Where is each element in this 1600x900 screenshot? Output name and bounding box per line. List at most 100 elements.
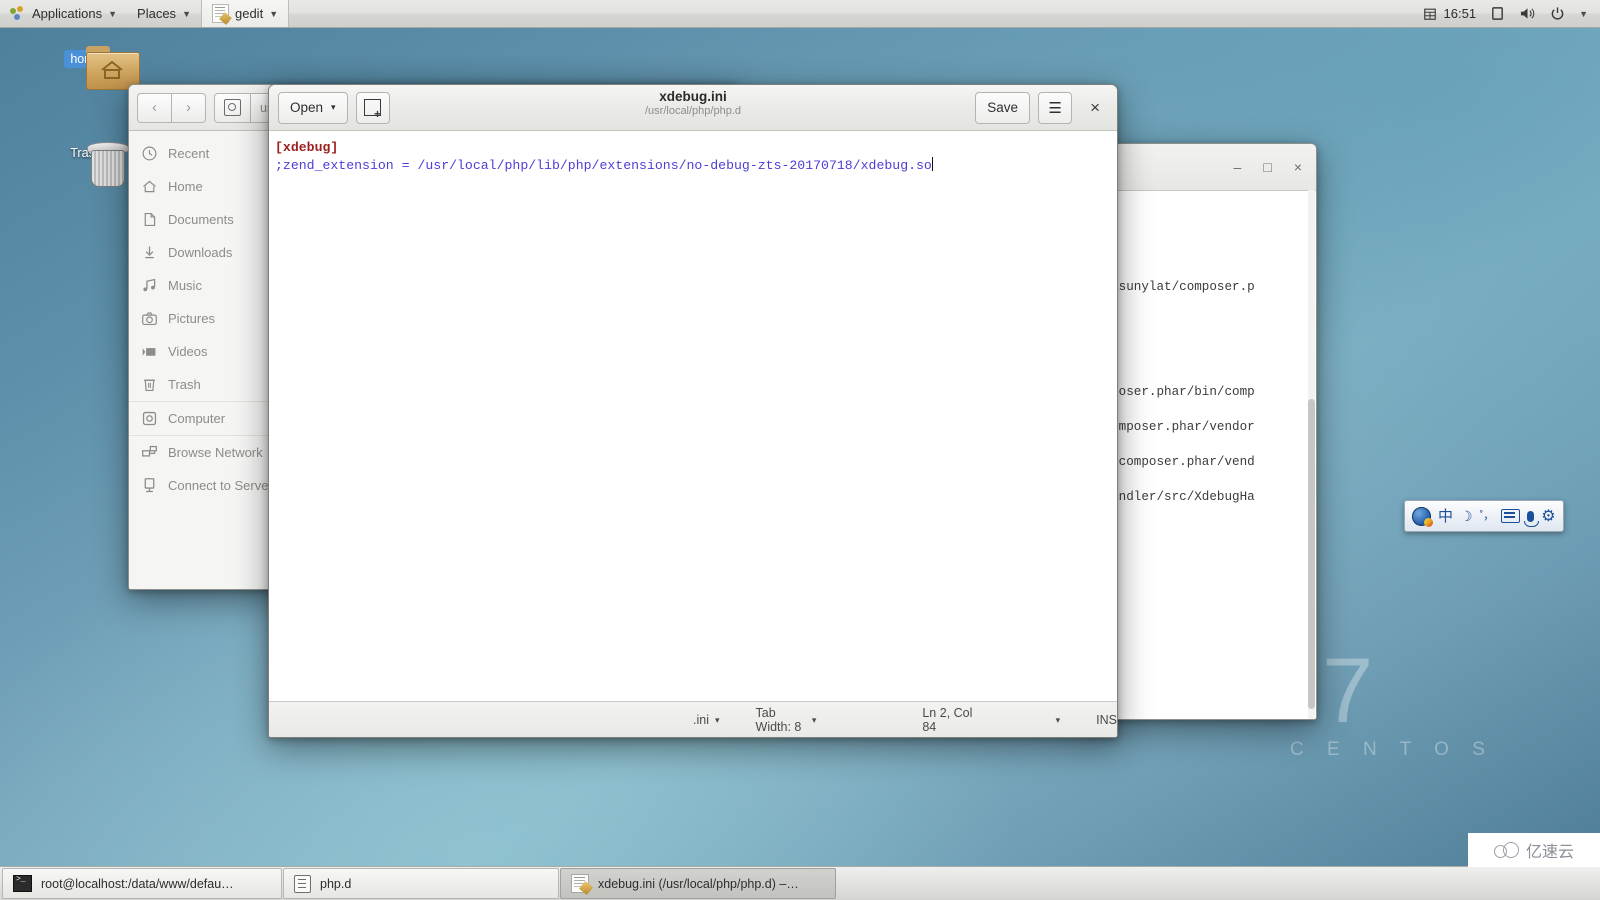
ime-punctuation-icon[interactable]: ˚， [1480,510,1495,522]
terminal-line: omposer.phar/bin/comp [1096,385,1255,399]
gedit-editor-area[interactable]: [xdebug] ;zend_extension = /usr/local/ph… [269,131,1117,701]
code-line: ;zend_extension = /usr/local/php/lib/php… [275,158,932,173]
display-icon[interactable] [1490,6,1505,21]
maximize-button[interactable]: □ [1263,160,1271,174]
server-icon [144,478,155,493]
sidebar-item-label: Pictures [168,311,215,326]
position-dropdown-icon[interactable]: ▾ [1056,715,1061,726]
download-icon [145,246,154,259]
sidebar-item-label: Recent [168,146,210,161]
network-icon [142,445,157,457]
chevron-down-icon: ▼ [269,8,279,19]
taskbar-item-file-manager[interactable]: php.d [283,868,559,899]
sidebar-item-browse-network[interactable]: Browse Network [129,435,279,469]
terminal-output[interactable]: ar lt/sunylat/composer.p omposer.phar/bi… [1086,191,1316,719]
applications-menu[interactable]: Applications ▼ [0,0,127,27]
centos-watermark: 7 C E N T O S [1290,645,1494,761]
new-document-button[interactable] [355,91,390,124]
cloud-logo-icon [1493,842,1520,858]
sidebar-item-computer[interactable]: Computer [129,401,279,435]
gear-icon[interactable]: ⚙ [1541,506,1555,526]
save-button[interactable]: Save [975,91,1031,124]
places-menu-label: Places [137,6,177,21]
applications-menu-label: Applications [32,6,103,21]
chevron-down-icon: ▼ [108,8,118,19]
taskbar: root@localhost:/data/www/defau… php.d xd… [0,866,1600,900]
terminal-scrollbar-thumb[interactable] [1308,399,1315,709]
back-button[interactable]: ‹ [137,92,172,123]
terminal-header: – □ × [1086,144,1316,191]
home-icon [143,180,156,193]
navigation-buttons: ‹ › [137,92,206,123]
language-selector[interactable]: .ini ▾ [693,713,720,727]
desktop-screen: home Trash 7 C E N T O S ‹ › usr [0,0,1600,900]
computer-icon [142,411,157,426]
sidebar-item-documents[interactable]: Documents [129,203,279,236]
ime-logo-icon[interactable] [1412,506,1433,527]
terminal-line: at/composer.phar/vend [1096,455,1255,469]
language-label: .ini [693,713,709,727]
house-glyph-icon [101,60,123,79]
sidebar-item-recent[interactable]: Recent [129,137,279,170]
keyboard-icon[interactable] [1501,509,1521,523]
close-button[interactable]: × [1080,99,1108,116]
desktop-icon-trash[interactable]: Trash [44,140,129,187]
clock-button[interactable]: 16:51 [1423,6,1477,21]
ime-mode-button[interactable]: 中 [1438,509,1453,524]
volume-icon[interactable] [1519,6,1536,21]
minimize-button[interactable]: – [1234,160,1242,174]
sidebar-item-label: Downloads [168,245,233,260]
ime-moon-icon[interactable]: ☽ [1460,509,1473,523]
code-line-wrapper: ;zend_extension = /usr/local/php/lib/php… [269,157,1117,175]
taskbar-item-label: xdebug.ini (/usr/local/php/php.d) –… [598,876,799,891]
sidebar-item-videos[interactable]: Videos [129,335,279,368]
places-menu[interactable]: Places ▼ [127,0,201,27]
gnome-footprint-icon [10,5,26,22]
document-icon [144,212,156,227]
power-icon[interactable] [1550,6,1565,21]
gedit-header-right: Save ☰ × [975,91,1108,124]
breadcrumb-computer[interactable] [214,92,251,123]
chevron-down-icon: ▾ [811,714,817,725]
sidebar-item-downloads[interactable]: Downloads [129,236,279,269]
site-watermark: 亿速云 [1468,833,1600,867]
sidebar-item-label: Documents [168,212,234,227]
microphone-icon[interactable] [1524,510,1540,527]
sidebar-item-label: Trash [168,377,201,392]
desktop-icon-home[interactable]: home [44,46,140,90]
tab-width-selector[interactable]: Tab Width: 8 ▾ [756,706,817,734]
calendar-icon [1423,8,1436,20]
file-manager-icon [294,874,311,893]
gedit-window[interactable]: Open ▾ xdebug.ini /usr/local/php/php.d S… [268,84,1118,738]
taskbar-item-label: root@localhost:/data/www/defau… [41,876,234,891]
sidebar-item-label: Browse Network [168,445,263,460]
panel-status-area: 16:51 ▼ [1423,6,1600,21]
terminal-line: ar [1086,200,1316,235]
chevron-down-icon[interactable]: ▼ [1579,9,1588,19]
sidebar-item-home[interactable]: Home [129,170,279,203]
sidebar-item-label: Connect to Server [168,478,273,493]
sidebar-item-pictures[interactable]: Pictures [129,302,279,335]
trash-icon [143,379,156,392]
terminal-window[interactable]: – □ × ar lt/sunylat/composer.p omposer.p… [1085,143,1317,720]
clock-label: 16:51 [1443,6,1477,21]
open-button[interactable]: Open ▾ [278,91,348,124]
sidebar-item-music[interactable]: Music [129,269,279,302]
close-button[interactable]: × [1294,160,1302,174]
active-app-menu[interactable]: gedit ▼ [200,0,290,27]
sidebar-item-connect-to-server[interactable]: Connect to Server [129,469,279,502]
taskbar-item-label: php.d [320,876,352,891]
watermark-text: 亿速云 [1525,844,1574,861]
gedit-header: Open ▾ xdebug.ini /usr/local/php/php.d S… [269,85,1117,131]
ime-toolbar[interactable]: 中 ☽ ˚， ⚙ [1404,500,1564,532]
file-manager-sidebar: Recent Home Documents Downloads Music Pi… [129,131,280,589]
terminal-line: /composer.phar/vendor [1096,420,1255,434]
camera-icon [142,312,157,326]
taskbar-item-gedit[interactable]: xdebug.ini (/usr/local/php/php.d) –… [560,868,836,899]
forward-button[interactable]: › [172,92,206,123]
sidebar-item-trash[interactable]: Trash [129,368,279,401]
menu-button[interactable]: ☰ [1038,91,1073,124]
taskbar-item-terminal[interactable]: root@localhost:/data/www/defau… [2,868,282,899]
sidebar-item-label: Videos [168,344,208,359]
